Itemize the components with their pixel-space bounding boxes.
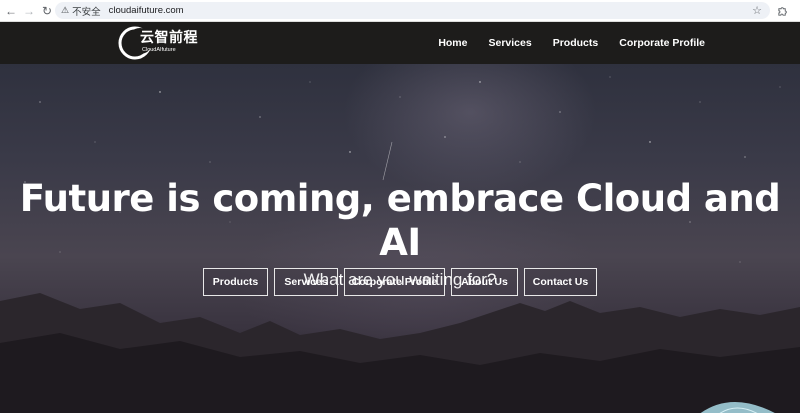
url-text[interactable]: cloudaifuture.com	[109, 5, 184, 16]
logo-english-text: CloudAIfuture	[142, 47, 176, 53]
nav-corporate-profile[interactable]: Corporate Profile	[619, 37, 705, 49]
main-navigation: Home Services Products Corporate Profile	[417, 22, 705, 64]
nav-products[interactable]: Products	[553, 37, 599, 49]
tent-illustration	[700, 402, 775, 413]
security-indicator[interactable]: ⚠ 不安全	[61, 4, 101, 18]
site-header: 云智前程 CloudAIfuture Home Services Product…	[0, 22, 800, 64]
browser-toolbar: ← → ↻ ⚠ 不安全 cloudaifuture.com ☆	[0, 0, 800, 22]
extensions-button[interactable]	[774, 3, 790, 19]
website: 云智前程 CloudAIfuture Home Services Product…	[0, 22, 800, 413]
security-label: 不安全	[72, 6, 101, 18]
about-us-button[interactable]: About Us	[451, 268, 518, 296]
address-bar[interactable]: ⚠ 不安全 cloudaifuture.com ☆	[55, 2, 770, 19]
arrow-right-icon: →	[23, 3, 35, 18]
nav-services[interactable]: Services	[489, 37, 532, 49]
hero-title: Future is coming, embrace Cloud and AI	[19, 177, 781, 264]
services-button[interactable]: Services	[274, 268, 338, 296]
forward-button[interactable]: →	[20, 2, 38, 20]
site-logo[interactable]: 云智前程 CloudAIfuture	[118, 26, 198, 60]
contact-us-button[interactable]: Contact Us	[524, 268, 597, 296]
arrow-left-icon: ←	[5, 3, 17, 18]
back-button[interactable]: ←	[2, 2, 20, 20]
puzzle-icon	[777, 6, 787, 16]
reload-icon: ↻	[41, 3, 53, 18]
star-icon: ☆	[752, 5, 762, 17]
logo-wordmark: 云智前程 CloudAIfuture	[140, 30, 198, 54]
bookmark-button[interactable]: ☆	[752, 2, 762, 19]
products-button[interactable]: Products	[203, 268, 268, 296]
corporate-profile-button[interactable]: Corporate Profile	[344, 268, 445, 296]
hero-button-group: Products Services Corporate Profile Abou…	[0, 268, 800, 296]
nav-home[interactable]: Home	[438, 37, 467, 49]
warning-triangle-icon: ⚠	[61, 5, 70, 15]
reload-button[interactable]: ↻	[38, 2, 56, 20]
logo-chinese-text: 云智前程	[140, 30, 198, 46]
